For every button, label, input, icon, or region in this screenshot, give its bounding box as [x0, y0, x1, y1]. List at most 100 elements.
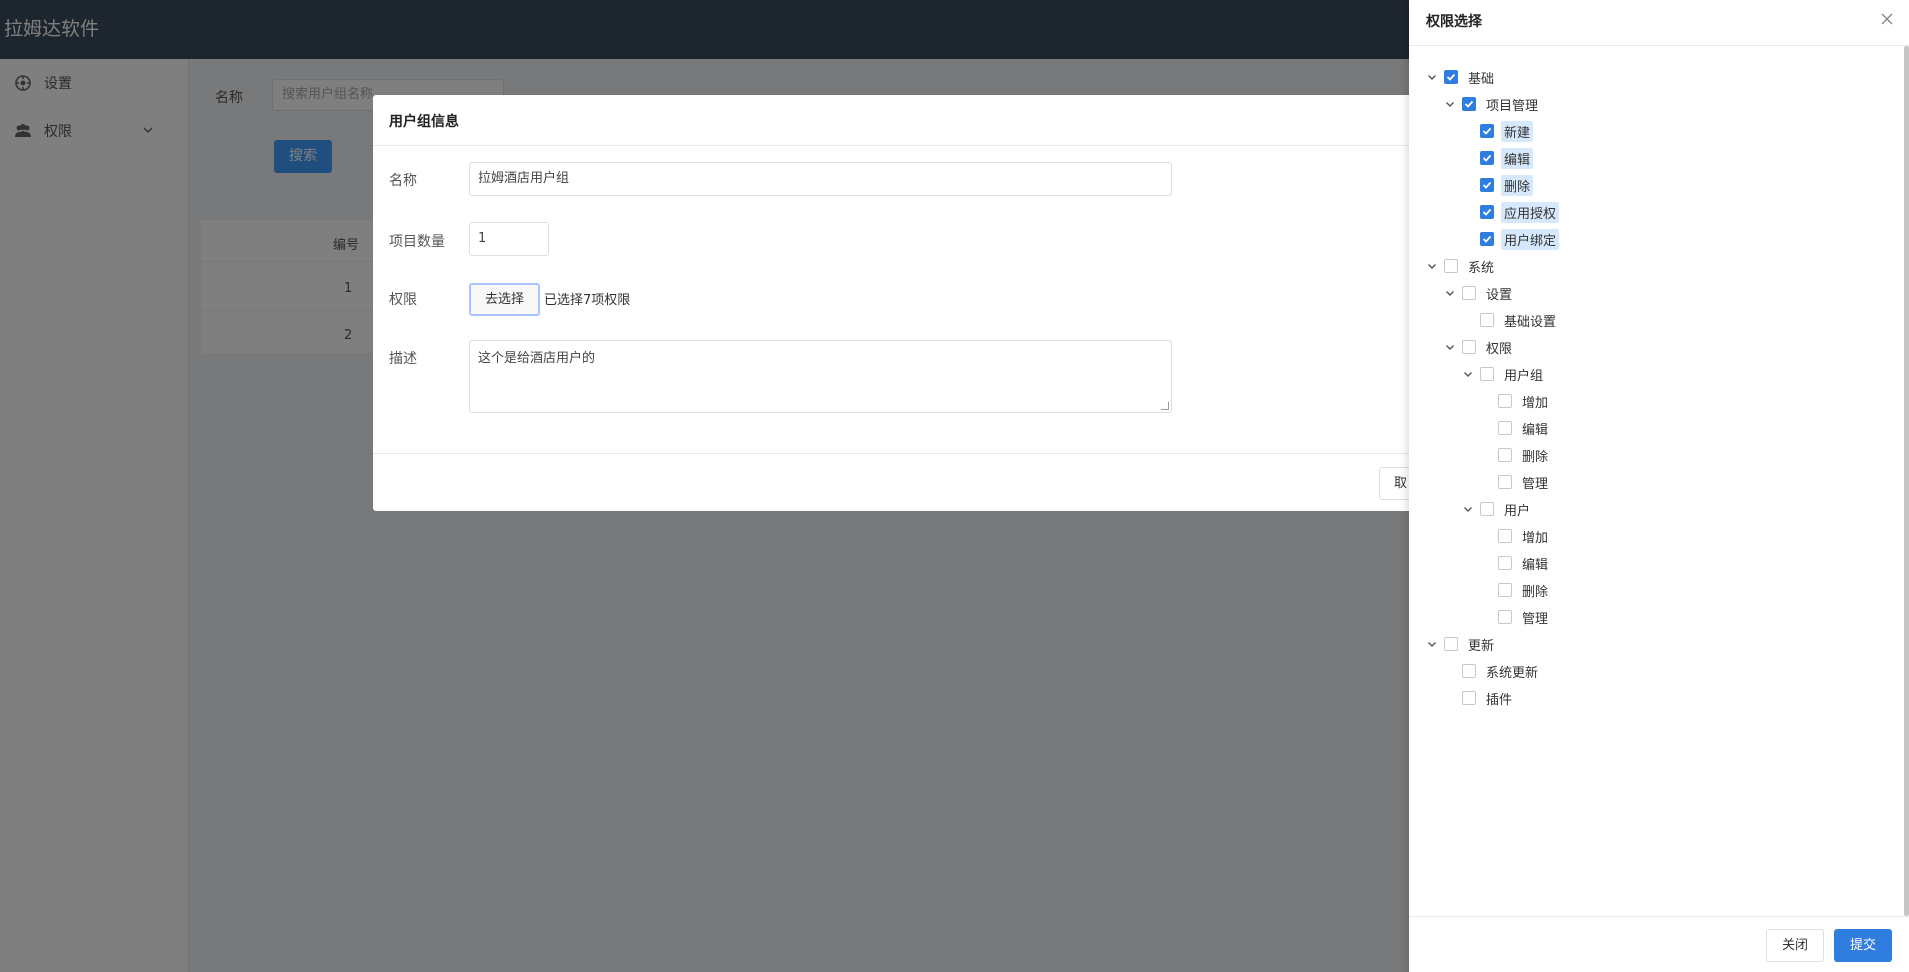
tree-node-label[interactable]: 应用授权: [1501, 201, 1560, 223]
scrollbar-thumb[interactable]: [1904, 46, 1909, 916]
tree-node[interactable]: 删除: [1480, 444, 1551, 466]
tree-node-label[interactable]: 更新: [1465, 634, 1497, 655]
tree-node-label[interactable]: 系统: [1465, 256, 1497, 277]
tree-node[interactable]: 基础: [1426, 66, 1497, 88]
tree-node-label[interactable]: 项目管理: [1483, 94, 1541, 115]
tree-node[interactable]: 管理: [1480, 606, 1551, 628]
permission-checkbox[interactable]: [1444, 70, 1458, 84]
tree-node[interactable]: 新建: [1462, 120, 1534, 142]
tree-node-label[interactable]: 插件: [1483, 688, 1515, 709]
tree-node[interactable]: 更新: [1426, 633, 1497, 655]
tree-node-label[interactable]: 设置: [1483, 283, 1515, 304]
tree-node-label[interactable]: 编辑: [1519, 553, 1551, 574]
tree-node-label[interactable]: 新建: [1501, 120, 1534, 142]
permission-checkbox[interactable]: [1480, 124, 1494, 138]
permission-checkbox[interactable]: [1498, 421, 1512, 435]
expand-arrow-icon[interactable]: [1444, 287, 1456, 299]
tree-node[interactable]: 管理: [1480, 471, 1551, 493]
tree-node[interactable]: 设置: [1444, 282, 1515, 304]
permission-checkbox[interactable]: [1480, 313, 1494, 327]
permission-checkbox[interactable]: [1480, 232, 1494, 246]
permission-checkbox[interactable]: [1480, 502, 1494, 516]
tree-node-label[interactable]: 删除: [1519, 445, 1551, 466]
tree-node[interactable]: 系统更新: [1444, 660, 1541, 682]
tree-node[interactable]: 权限: [1444, 336, 1515, 358]
permission-checkbox[interactable]: [1462, 691, 1476, 705]
expand-arrow-icon[interactable]: [1462, 368, 1474, 380]
permission-checkbox[interactable]: [1444, 637, 1458, 651]
tree-node-label[interactable]: 删除: [1519, 580, 1551, 601]
permission-checkbox[interactable]: [1480, 205, 1494, 219]
permission-checkbox[interactable]: [1498, 583, 1512, 597]
permission-checkbox[interactable]: [1462, 97, 1476, 111]
tree-node[interactable]: 编辑: [1462, 147, 1534, 169]
permission-checkbox[interactable]: [1498, 448, 1512, 462]
tree-node-label[interactable]: 编辑: [1501, 147, 1534, 169]
tree-node[interactable]: 编辑: [1480, 417, 1551, 439]
tree-node[interactable]: 用户组: [1462, 363, 1546, 385]
permission-checkbox[interactable]: [1462, 286, 1476, 300]
tree-node-label[interactable]: 用户组: [1501, 364, 1546, 385]
tree-node[interactable]: 删除: [1462, 174, 1534, 196]
close-icon[interactable]: [1879, 11, 1895, 27]
permission-checkbox[interactable]: [1498, 610, 1512, 624]
tree-node-label[interactable]: 用户绑定: [1501, 228, 1560, 250]
permission-checkbox[interactable]: [1498, 556, 1512, 570]
close-button[interactable]: 关闭: [1766, 929, 1824, 962]
tree-node[interactable]: 系统: [1426, 255, 1497, 277]
tree-node-label[interactable]: 系统更新: [1483, 661, 1541, 682]
tree-node-label[interactable]: 编辑: [1519, 418, 1551, 439]
expand-arrow-icon[interactable]: [1426, 638, 1438, 650]
tree-node[interactable]: 增加: [1480, 390, 1551, 412]
permission-checkbox[interactable]: [1480, 367, 1494, 381]
tree-node[interactable]: 增加: [1480, 525, 1551, 547]
tree-node-label[interactable]: 用户: [1501, 499, 1533, 520]
permission-checkbox[interactable]: [1462, 340, 1476, 354]
tree-node[interactable]: 编辑: [1480, 552, 1551, 574]
permission-checkbox[interactable]: [1498, 529, 1512, 543]
tree-node-label[interactable]: 增加: [1519, 391, 1551, 412]
permission-checkbox[interactable]: [1480, 151, 1494, 165]
tree-node[interactable]: 用户: [1462, 498, 1533, 520]
tree-node-label[interactable]: 管理: [1519, 607, 1551, 628]
tree-node-label[interactable]: 删除: [1501, 174, 1534, 196]
permission-drawer: 权限选择 基础 项目管理 新建 编辑 删除 应用授权 用户绑定 系统 设置 基础设置 权限 用户组 增加…: [1409, 0, 1909, 972]
permission-checkbox[interactable]: [1498, 394, 1512, 408]
drawer-title: 权限选择: [1426, 14, 1482, 30]
tree-node-label[interactable]: 增加: [1519, 526, 1551, 547]
expand-arrow-icon[interactable]: [1462, 503, 1474, 515]
tree-node[interactable]: 用户绑定: [1462, 228, 1560, 250]
expand-arrow-icon[interactable]: [1444, 341, 1456, 353]
tree-node[interactable]: 删除: [1480, 579, 1551, 601]
tree-node[interactable]: 插件: [1444, 687, 1515, 709]
expand-arrow-icon[interactable]: [1444, 98, 1456, 110]
permission-checkbox[interactable]: [1480, 178, 1494, 192]
expand-arrow-icon[interactable]: [1426, 71, 1438, 83]
tree-node-label[interactable]: 权限: [1483, 337, 1515, 358]
tree-node[interactable]: 基础设置: [1462, 309, 1559, 331]
tree-node[interactable]: 应用授权: [1462, 201, 1560, 223]
permission-checkbox[interactable]: [1498, 475, 1512, 489]
submit-button[interactable]: 提交: [1834, 929, 1892, 962]
permission-checkbox[interactable]: [1444, 259, 1458, 273]
tree-node-label[interactable]: 基础设置: [1501, 310, 1559, 331]
tree-node-label[interactable]: 基础: [1465, 67, 1497, 88]
expand-arrow-icon[interactable]: [1426, 260, 1438, 272]
permission-checkbox[interactable]: [1462, 664, 1476, 678]
tree-node[interactable]: 项目管理: [1444, 93, 1541, 115]
drawer-footer: 关闭 提交: [1409, 916, 1909, 972]
tree-node-label[interactable]: 管理: [1519, 472, 1551, 493]
